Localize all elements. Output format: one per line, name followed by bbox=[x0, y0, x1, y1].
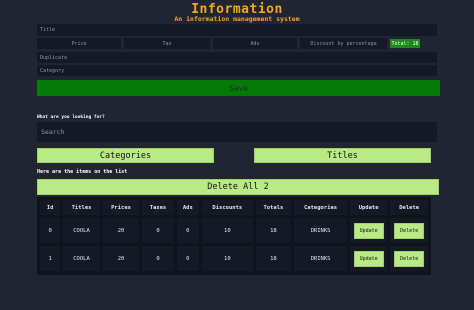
search-by-titles-button[interactable]: Titles bbox=[254, 148, 431, 163]
cell-title: COOLA bbox=[63, 246, 100, 271]
header-ads: Ads bbox=[176, 200, 199, 215]
cell-discount: 10 bbox=[201, 218, 253, 243]
header-categories: Categories bbox=[294, 200, 347, 215]
title-input[interactable]: Title bbox=[37, 24, 437, 36]
search-by-categories-button[interactable]: Categories bbox=[37, 148, 214, 163]
cell-discount: 10 bbox=[201, 246, 253, 271]
price-input[interactable]: Price bbox=[37, 38, 121, 49]
search-label: What are you looking for? bbox=[37, 115, 105, 120]
table-header-row: Id Titles Prices Taxes Ads Discounts Tot… bbox=[40, 200, 428, 215]
cell-title: COOLA bbox=[63, 218, 100, 243]
tax-input[interactable]: Tax bbox=[124, 38, 210, 49]
table-row: 1 COOLA 20 0 0 10 18 DRINKS Update Delet… bbox=[40, 246, 428, 271]
cell-price: 20 bbox=[102, 246, 140, 271]
cell-ads: 0 bbox=[176, 218, 199, 243]
delete-button[interactable]: Delete bbox=[394, 222, 425, 239]
duplicate-input[interactable]: Duplicate bbox=[37, 52, 437, 63]
header-titles: Titles bbox=[63, 200, 100, 215]
header-prices: Prices bbox=[102, 200, 140, 215]
cell-id: 1 bbox=[40, 246, 61, 271]
delete-button[interactable]: Delete bbox=[394, 250, 425, 267]
total-badge: Total: 18 bbox=[390, 39, 420, 48]
update-button[interactable]: Update bbox=[353, 250, 384, 267]
cell-category: DRINKS bbox=[294, 218, 347, 243]
cell-delete: Delete bbox=[390, 218, 428, 243]
delete-all-button[interactable]: Delete All 2 bbox=[37, 179, 439, 195]
cell-ads: 0 bbox=[176, 246, 199, 271]
cell-category: DRINKS bbox=[294, 246, 347, 271]
table-row: 0 COOLA 20 0 0 10 18 DRINKS Update Delet… bbox=[40, 218, 428, 243]
page-subtitle: An information management system bbox=[174, 15, 300, 23]
header-update: Update bbox=[349, 200, 388, 215]
header-taxes: Taxes bbox=[142, 200, 174, 215]
save-button[interactable]: Save bbox=[37, 80, 440, 96]
items-table: Id Titles Prices Taxes Ads Discounts Tot… bbox=[37, 197, 431, 274]
cell-total: 18 bbox=[255, 246, 292, 271]
search-input[interactable]: Search bbox=[37, 122, 437, 142]
header-delete: Delete bbox=[390, 200, 428, 215]
cell-total: 18 bbox=[255, 218, 292, 243]
header-discounts: Discounts bbox=[201, 200, 253, 215]
cell-tax: 0 bbox=[142, 218, 174, 243]
ads-input[interactable]: Ads bbox=[213, 38, 297, 49]
discount-input[interactable]: Discount by percentage bbox=[300, 38, 387, 49]
cell-delete: Delete bbox=[390, 246, 428, 271]
items-table-wrapper: Id Titles Prices Taxes Ads Discounts Tot… bbox=[37, 197, 431, 275]
header-totals: Totals bbox=[255, 200, 292, 215]
cell-update: Update bbox=[349, 218, 388, 243]
list-label: Here are the items on the list bbox=[37, 169, 128, 175]
cell-tax: 0 bbox=[142, 246, 174, 271]
cell-price: 20 bbox=[102, 218, 140, 243]
header-id: Id bbox=[40, 200, 61, 215]
cell-id: 0 bbox=[40, 218, 61, 243]
update-button[interactable]: Update bbox=[353, 222, 384, 239]
category-input[interactable]: Category bbox=[37, 65, 437, 76]
cell-update: Update bbox=[349, 246, 388, 271]
